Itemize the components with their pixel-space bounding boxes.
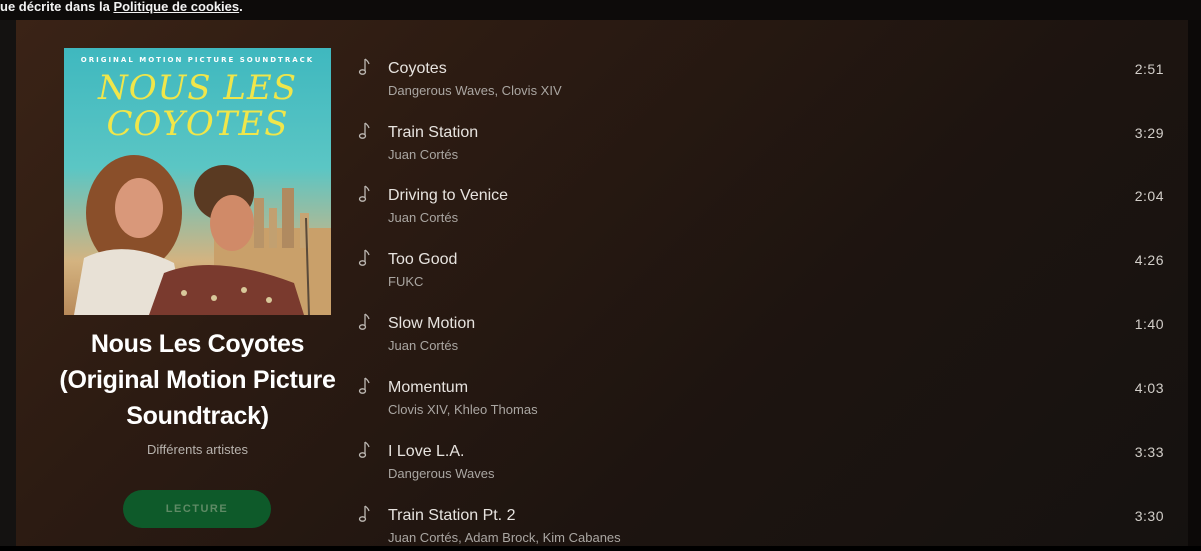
track-duration: 4:26 [1134,252,1164,268]
album-artist[interactable]: Différents artistes [56,442,339,457]
track-duration: 3:30 [1134,508,1164,524]
track-row[interactable]: Momentum Clovis XIV, Khleo Thomas 4:03 [356,375,1166,423]
music-note-icon [358,122,370,139]
music-note-icon [358,313,370,330]
music-note-icon [358,441,370,458]
track-name: I Love L.A. [388,443,465,460]
track-artists[interactable]: Dangerous Waves, Clovis XIV [388,83,562,98]
track-name: Coyotes [388,60,447,77]
track-artists[interactable]: Juan Cortés [388,338,458,353]
cookie-notice-suffix: . [239,0,243,14]
track-row[interactable]: Driving to Venice Juan Cortés 2:04 [356,183,1166,231]
track-name: Slow Motion [388,315,476,332]
track-row[interactable]: I Love L.A. Dangerous Waves 3:33 [356,439,1166,487]
track-name: Train Station Pt. 2 [388,507,516,524]
music-note-icon [358,58,370,75]
cover-title-line2: Coyotes [106,104,289,144]
album-cover[interactable]: ORIGINAL MOTION PICTURE SOUNDTRACK Nous … [64,48,331,315]
track-row[interactable]: Train Station Pt. 2 Juan Cortés, Adam Br… [356,503,1166,551]
cookie-notice-text: ue décrite dans la [0,0,114,14]
track-row[interactable]: Coyotes Dangerous Waves, Clovis XIV 2:51 [356,56,1166,104]
track-artists[interactable]: Juan Cortés [388,210,458,225]
music-note-icon [358,505,370,522]
track-duration: 2:04 [1134,188,1164,204]
track-artists[interactable]: Clovis XIV, Khleo Thomas [388,402,538,417]
track-artists[interactable]: Juan Cortés [388,147,458,162]
left-edge [0,20,16,546]
track-name: Train Station [388,124,479,141]
track-name: Momentum [388,379,469,396]
cookie-notice: ue décrite dans la Politique de cookies. [0,0,1201,20]
album-panel: ORIGINAL MOTION PICTURE SOUNDTRACK Nous … [16,20,1188,546]
track-row[interactable]: Train Station Juan Cortés 3:29 [356,120,1166,168]
track-name: Driving to Venice [388,187,509,204]
cover-title-line1: Nous les [97,68,298,108]
track-duration: 1:40 [1134,316,1164,332]
track-row[interactable]: Slow Motion Juan Cortés 1:40 [356,311,1166,359]
album-title: Nous Les Coyotes (Original Motion Pictur… [59,330,336,430]
track-artists[interactable]: FUKC [388,274,423,289]
cover-title: Nous les Coyotes [64,70,331,142]
track-name: Too Good [388,251,458,268]
play-button[interactable]: LECTURE [123,490,271,528]
cookie-policy-link[interactable]: Politique de cookies [113,0,239,14]
track-duration: 3:33 [1134,444,1164,460]
music-note-icon [358,185,370,202]
track-row[interactable]: Too Good FUKC 4:26 [356,247,1166,295]
music-note-icon [358,249,370,266]
track-duration: 3:29 [1134,125,1164,141]
track-duration: 4:03 [1134,380,1164,396]
track-duration: 2:51 [1134,61,1164,77]
track-artists[interactable]: Juan Cortés, Adam Brock, Kim Cabanes [388,530,621,545]
cover-subtitle: ORIGINAL MOTION PICTURE SOUNDTRACK [80,56,315,64]
music-note-icon [358,377,370,394]
right-edge [1188,20,1201,546]
track-artists[interactable]: Dangerous Waves [388,466,494,481]
